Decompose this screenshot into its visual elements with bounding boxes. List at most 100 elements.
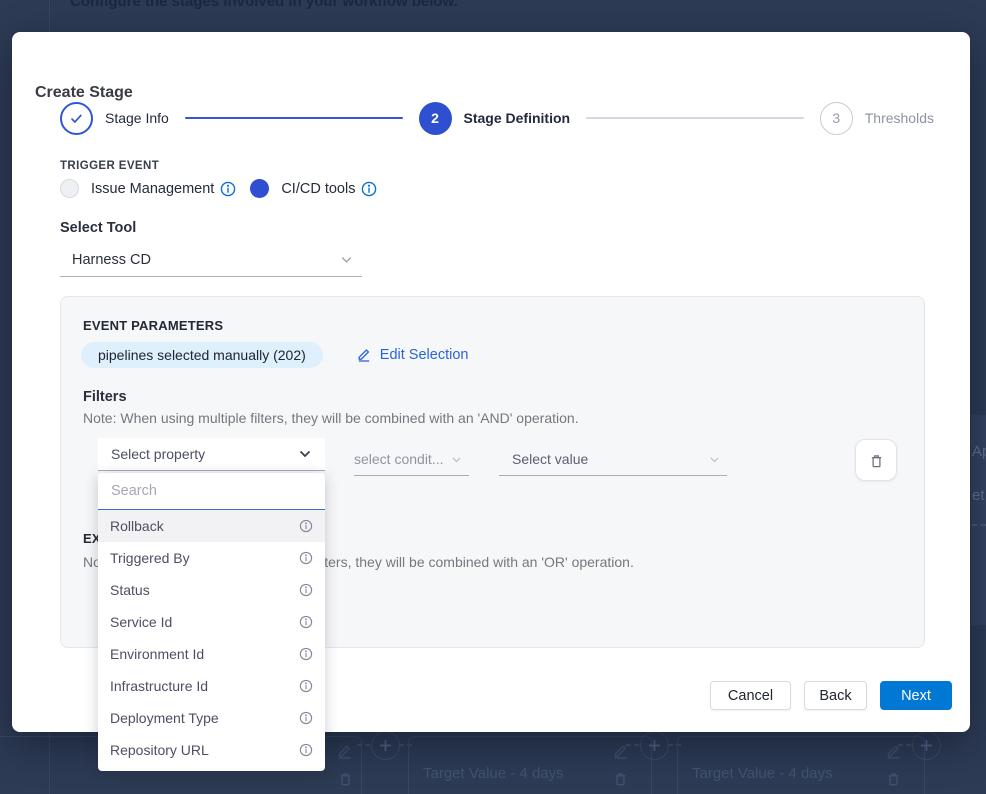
edit-icon <box>336 743 353 760</box>
chevron-down-icon <box>708 453 721 466</box>
select-tool-value: Harness CD <box>72 252 151 268</box>
background-page-subtitle: Configure the stages involved in your wo… <box>70 0 458 10</box>
radio-unchecked-icon <box>60 179 79 198</box>
step-connector <box>586 117 804 119</box>
info-icon[interactable] <box>299 679 313 693</box>
property-select-placeholder: Select property <box>111 446 205 462</box>
info-icon[interactable] <box>299 519 313 533</box>
dropdown-option-repository-url[interactable]: Repository URL <box>98 734 325 766</box>
step-label: Thresholds <box>865 110 934 126</box>
info-icon[interactable] <box>299 551 313 565</box>
dropdown-option-rollback[interactable]: Rollback <box>98 510 325 542</box>
dropdown-option-triggered-by[interactable]: Triggered By <box>98 542 325 574</box>
dropdown-option-label: Triggered By <box>110 550 190 566</box>
radio-checked-icon <box>250 179 269 198</box>
value-select[interactable]: Select value <box>499 443 727 476</box>
condition-select[interactable]: select condit... <box>354 443 469 476</box>
step-stage-definition[interactable]: 2 Stage Definition <box>419 102 571 135</box>
radio-label: Issue Management <box>91 181 214 197</box>
step-pending-circle: 3 <box>820 102 853 135</box>
step-connector <box>185 117 403 119</box>
modal-title: Create Stage <box>35 84 133 102</box>
background-card-label: Target Value - 4 days <box>423 765 564 782</box>
delete-filter-button[interactable] <box>855 439 897 481</box>
dropdown-option-service-id[interactable]: Service Id <box>98 606 325 638</box>
dropdown-option-label: Service Id <box>110 614 172 630</box>
dropdown-option-label: Repository URL <box>110 742 209 758</box>
filters-note: Note: When using multiple filters, they … <box>83 410 579 426</box>
cancel-button[interactable]: Cancel <box>710 681 791 710</box>
dropdown-option-label: Rollback <box>110 518 164 534</box>
back-button[interactable]: Back <box>804 681 867 710</box>
event-parameters-panel: EVENT PARAMETERS pipelines selected manu… <box>60 296 925 648</box>
edit-selection-link[interactable]: Edit Selection <box>356 347 469 363</box>
background-dashed-connector <box>357 744 370 746</box>
trash-icon <box>612 770 629 787</box>
event-parameters-title: EVENT PARAMETERS <box>83 318 223 333</box>
trash-icon <box>337 770 354 787</box>
property-dropdown: Rollback Triggered By Status Servic <box>98 473 325 771</box>
dropdown-option-environment-id[interactable]: Environment Id <box>98 638 325 670</box>
background-stage-card: Target Value - 4 days <box>677 736 925 794</box>
step-done-circle <box>60 102 93 135</box>
value-placeholder: Select value <box>512 451 588 467</box>
add-stage-icon <box>912 731 941 760</box>
background-text-fragment: Ap <box>972 443 986 460</box>
trash-icon <box>868 452 885 469</box>
background-stage-card: Target Value - 4 days <box>408 736 652 794</box>
dropdown-option-label: Status <box>110 582 150 598</box>
info-icon[interactable] <box>220 181 236 197</box>
modal-footer: Cancel Back Next <box>710 681 952 710</box>
background-card-label: Target Value - 4 days <box>692 765 833 782</box>
property-select-wrap: Select property Rollback Trigge <box>98 438 325 471</box>
radio-label: CI/CD tools <box>281 181 355 197</box>
selection-row: pipelines selected manually (202) Edit S… <box>81 342 468 368</box>
dropdown-option-label: Deployment Type <box>110 710 219 726</box>
background-text-fragment: et <box>972 487 985 504</box>
info-icon[interactable] <box>299 711 313 725</box>
trigger-event-options: Issue Management CI/CD tools <box>60 179 377 198</box>
stepper: Stage Info 2 Stage Definition 3 Threshol… <box>60 101 934 135</box>
condition-placeholder: select condit... <box>354 451 444 467</box>
edit-selection-label: Edit Selection <box>380 347 469 363</box>
step-active-circle: 2 <box>419 102 452 135</box>
dropdown-option-infrastructure-id[interactable]: Infrastructure Id <box>98 670 325 702</box>
next-button[interactable]: Next <box>880 681 952 710</box>
chevron-down-icon <box>297 446 313 462</box>
trigger-event-label: TRIGGER EVENT <box>60 160 159 172</box>
background-dashed-connector <box>626 744 639 746</box>
selection-pill: pipelines selected manually (202) <box>81 342 323 368</box>
filter-row: Select property Rollback Trigge <box>98 438 902 481</box>
background-dashed-connector <box>898 744 911 746</box>
create-stage-screen: Configure the stages involved in your wo… <box>0 0 986 794</box>
check-icon <box>69 111 84 126</box>
trash-icon <box>885 770 902 787</box>
info-icon[interactable] <box>361 181 377 197</box>
add-stage-icon <box>640 731 669 760</box>
filters-title: Filters <box>83 389 127 405</box>
dropdown-option-deployment-type[interactable]: Deployment Type <box>98 702 325 734</box>
create-stage-modal: Create Stage Stage Info 2 Stage Definiti… <box>12 32 970 732</box>
step-label: Stage Info <box>105 110 169 126</box>
info-icon[interactable] <box>299 615 313 629</box>
background-dashed-connector <box>972 524 986 526</box>
step-thresholds[interactable]: 3 Thresholds <box>820 102 934 135</box>
add-stage-icon <box>371 731 400 760</box>
info-icon[interactable] <box>299 647 313 661</box>
edit-icon <box>356 347 372 363</box>
property-select[interactable]: Select property <box>98 438 325 471</box>
info-icon[interactable] <box>299 743 313 757</box>
radio-cicd-tools[interactable]: CI/CD tools <box>250 179 377 198</box>
search-input[interactable] <box>98 473 325 510</box>
dropdown-option-label: Infrastructure Id <box>110 678 208 694</box>
chevron-down-icon <box>339 252 354 267</box>
dropdown-option-label: Environment Id <box>110 646 204 662</box>
select-tool-dropdown[interactable]: Harness CD <box>60 243 362 277</box>
radio-issue-management[interactable]: Issue Management <box>60 179 236 198</box>
select-tool-label: Select Tool <box>60 220 136 236</box>
step-label: Stage Definition <box>464 110 571 126</box>
chevron-down-icon <box>450 453 463 466</box>
info-icon[interactable] <box>299 583 313 597</box>
step-stage-info[interactable]: Stage Info <box>60 102 169 135</box>
dropdown-option-status[interactable]: Status <box>98 574 325 606</box>
